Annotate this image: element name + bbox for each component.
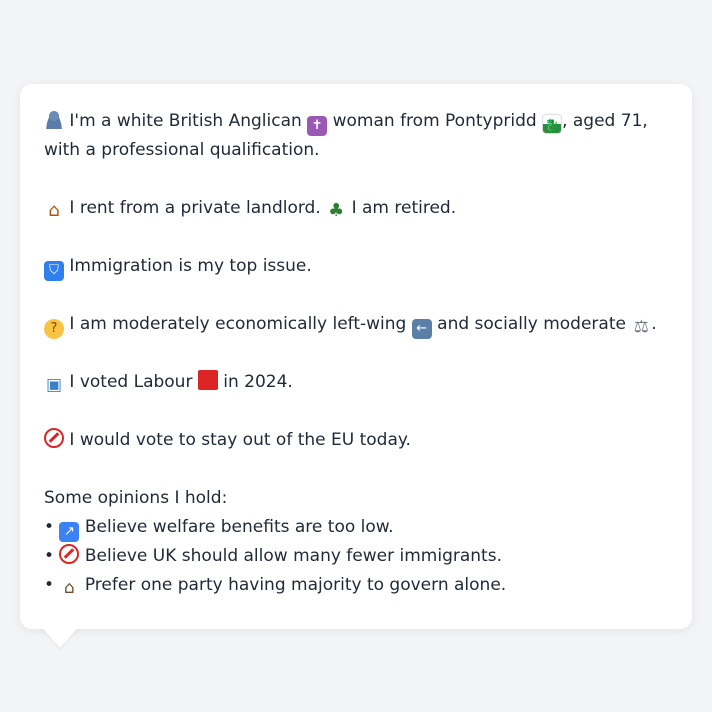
opinion-item: • ↗ Believe welfare benefits are too low… (44, 513, 668, 542)
palm-tree-icon: ♣ (328, 200, 345, 221)
prohibited-icon (44, 428, 64, 448)
eu-line: I would vote to stay out of the EU today… (44, 426, 668, 455)
economic-text: I am moderately economically left-wing (69, 314, 407, 334)
opinion-text: Prefer one party having majority to gove… (84, 575, 507, 595)
housing-line: ⌂ I rent from a private landlord. ♣ I am… (44, 194, 668, 223)
retired-text: I am retired. (351, 198, 457, 218)
left-arrow-icon: ← (411, 319, 432, 339)
speech-bubble-card: I'm a white British Anglican ✝ woman fro… (20, 84, 692, 629)
vote-line: ▣ I voted Labour in 2024. (44, 368, 668, 397)
thinking-face-icon: ? (44, 319, 64, 339)
opinion-text: Believe UK should allow many fewer immig… (84, 546, 502, 566)
latin-cross-icon: ✝ (307, 116, 328, 136)
vote-text: I voted Labour (69, 372, 193, 392)
ballot-box-icon: ▣ (45, 375, 63, 395)
person-silhouette-icon (44, 109, 64, 129)
bullet: • (44, 546, 55, 566)
speech-bubble-tail (42, 628, 78, 648)
bullet: • (44, 575, 55, 595)
ideology-period: . (651, 314, 657, 334)
top-issue-line: ⛉ Immigration is my top issue. (44, 252, 668, 281)
house-icon: ⌂ (48, 200, 60, 221)
social-text: and socially moderate (437, 314, 626, 334)
passport-control-icon: ⛉ (44, 261, 64, 281)
balance-scale-icon: ⚖ (633, 317, 649, 337)
red-square-icon (197, 370, 218, 390)
identity-line: I'm a white British Anglican ✝ woman fro… (44, 107, 668, 165)
opinions-heading: Some opinions I hold: (44, 488, 228, 508)
prohibited-icon (59, 544, 80, 564)
opinion-item: • ⌂ Prefer one party having majority to … (44, 571, 668, 600)
up-right-arrow-icon: ↗ (59, 522, 80, 542)
bullet: • (44, 517, 55, 537)
ideology-line: ? I am moderately economically left-wing… (44, 310, 668, 339)
wales-flag-icon: 🐉 (542, 114, 563, 134)
opinion-text: Believe welfare benefits are too low. (84, 517, 394, 537)
vote-year-text: in 2024. (223, 372, 293, 392)
identity-text: I'm a white British Anglican (69, 111, 302, 131)
eu-text: I would vote to stay out of the EU today… (69, 430, 411, 450)
identity-text-location: woman from Pontypridd (332, 111, 537, 131)
housing-text: I rent from a private landlord. (69, 198, 321, 218)
classical-building-icon: ⌂ (64, 578, 75, 598)
opinion-item: • Believe UK should allow many fewer imm… (44, 542, 668, 571)
top-issue-text: Immigration is my top issue. (69, 256, 312, 276)
